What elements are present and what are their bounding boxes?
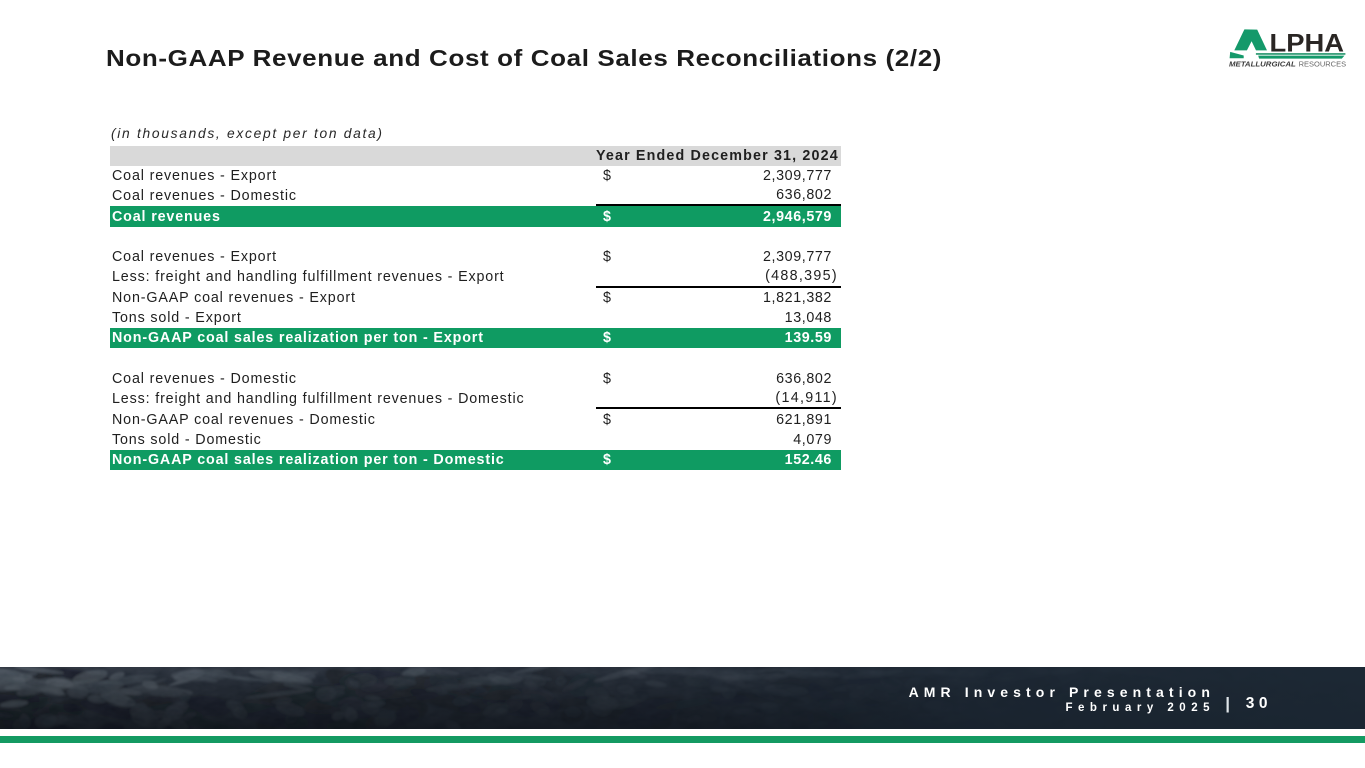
svg-text:RESOURCES: RESOURCES xyxy=(1299,59,1347,68)
svg-text:LPHA: LPHA xyxy=(1270,29,1345,57)
svg-text:METALLURGICAL: METALLURGICAL xyxy=(1229,59,1296,68)
